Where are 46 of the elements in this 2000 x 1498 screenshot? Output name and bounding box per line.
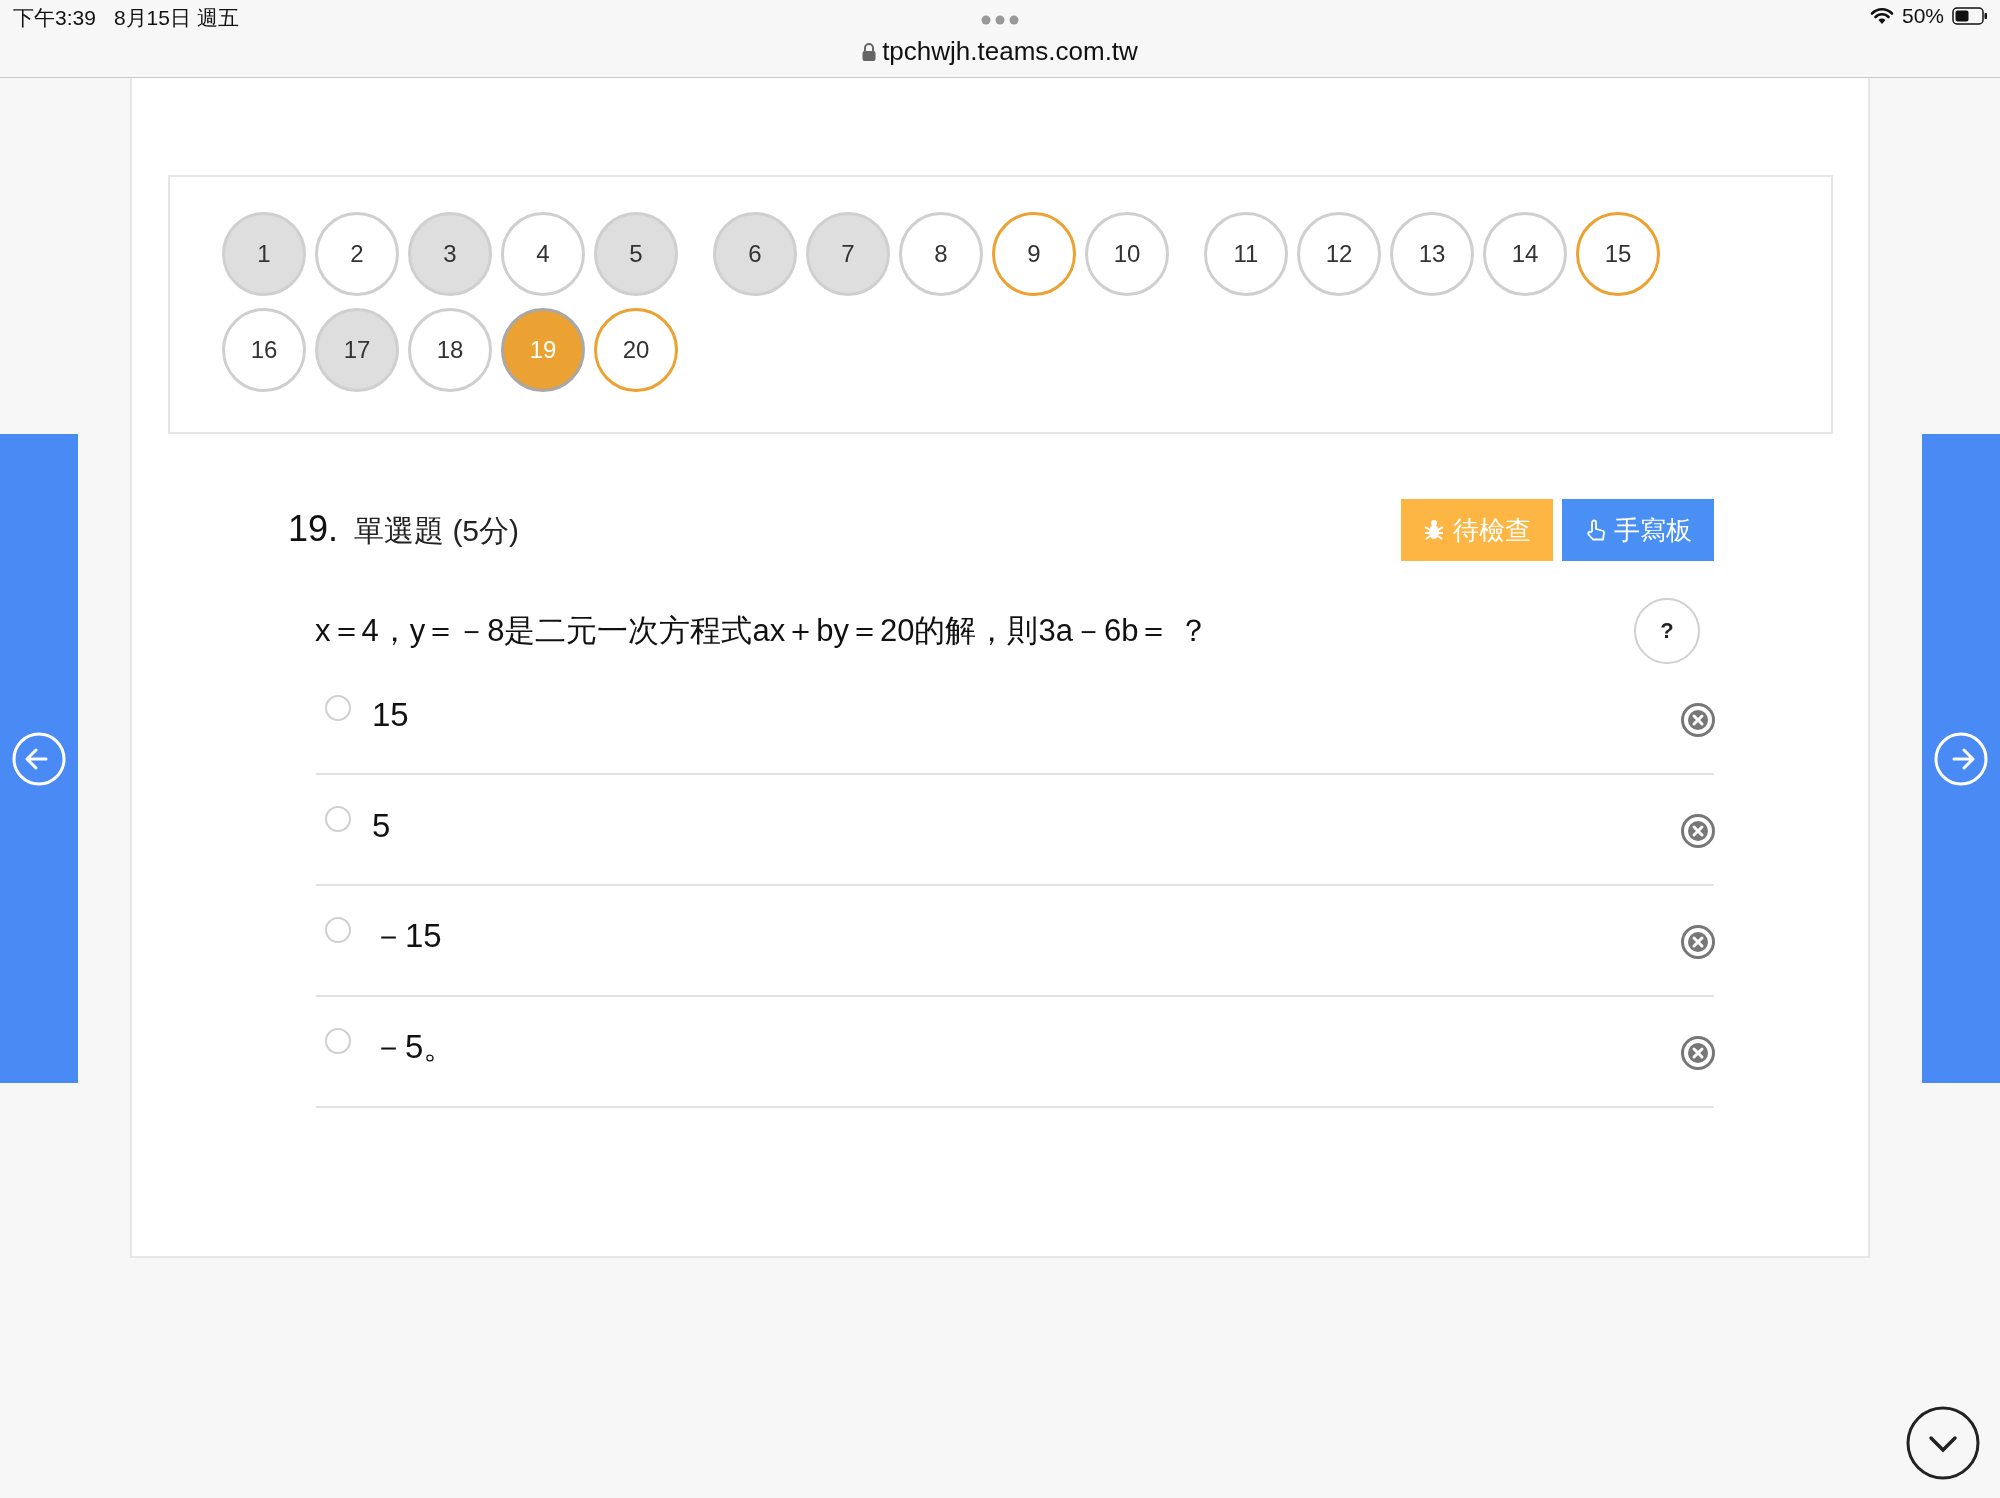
question-number-button[interactable]: 1 bbox=[222, 212, 306, 296]
question-number-button[interactable]: 13 bbox=[1390, 212, 1474, 296]
battery-percent: 50% bbox=[1901, 4, 1944, 28]
option-text: 5 bbox=[372, 806, 392, 845]
eliminate-option-icon[interactable] bbox=[1680, 1034, 1716, 1071]
help-button[interactable]: ? bbox=[1634, 598, 1700, 664]
question-number-button[interactable]: 16 bbox=[222, 308, 306, 392]
question-number-button[interactable]: 17 bbox=[315, 308, 399, 392]
question-number-button[interactable]: 8 bbox=[899, 212, 983, 296]
more-dots-icon[interactable] bbox=[980, 14, 1020, 26]
question-number-button[interactable]: 7 bbox=[806, 212, 890, 296]
url-text[interactable]: tpchwjh.teams.com.tw bbox=[882, 36, 1138, 67]
status-time: 下午3:39 bbox=[13, 5, 96, 31]
radio-button[interactable] bbox=[325, 1027, 351, 1054]
eliminate-option-icon[interactable] bbox=[1680, 812, 1716, 849]
wifi-icon bbox=[1869, 7, 1894, 25]
radio-button[interactable] bbox=[325, 805, 351, 832]
bug-icon bbox=[1423, 519, 1445, 541]
question-number-button[interactable]: 2 bbox=[315, 212, 399, 296]
question-number-button[interactable]: 9 bbox=[992, 212, 1076, 296]
scroll-down-icon[interactable] bbox=[1906, 1406, 1980, 1480]
question-type: 單選題 (5分) bbox=[354, 513, 520, 549]
question-text: x＝4，y＝－8是二元一次方程式ax＋by＝20的解，則3a－6b＝ ？ bbox=[315, 612, 1210, 650]
question-number-button[interactable]: 4 bbox=[501, 212, 585, 296]
radio-button[interactable] bbox=[325, 916, 351, 943]
question-number-button[interactable]: 10 bbox=[1085, 212, 1169, 296]
question-number-button[interactable]: 20 bbox=[594, 308, 678, 392]
status-date: 8月15日 週五 bbox=[113, 5, 239, 31]
question-number-button[interactable]: 12 bbox=[1297, 212, 1381, 296]
question-number-button[interactable]: 6 bbox=[713, 212, 797, 296]
battery-icon bbox=[1952, 7, 1988, 25]
question-number: 19. bbox=[288, 508, 339, 550]
radio-button[interactable] bbox=[325, 694, 351, 721]
question-number-button[interactable]: 5 bbox=[594, 212, 678, 296]
question-number-button[interactable]: 15 bbox=[1576, 212, 1660, 296]
lock-icon bbox=[862, 42, 877, 61]
option-text: 15 bbox=[372, 695, 410, 734]
eliminate-option-icon[interactable] bbox=[1680, 701, 1716, 738]
question-number-button[interactable]: 11 bbox=[1204, 212, 1288, 296]
option-text: －5。 bbox=[372, 1027, 458, 1067]
question-number-button[interactable]: 14 bbox=[1483, 212, 1567, 296]
question-number-button[interactable]: 3 bbox=[408, 212, 492, 296]
option-text: －15 bbox=[372, 916, 443, 956]
question-number-button[interactable]: 18 bbox=[408, 308, 492, 392]
eliminate-option-icon[interactable] bbox=[1680, 923, 1716, 960]
pointing-hand-icon bbox=[1584, 519, 1606, 541]
